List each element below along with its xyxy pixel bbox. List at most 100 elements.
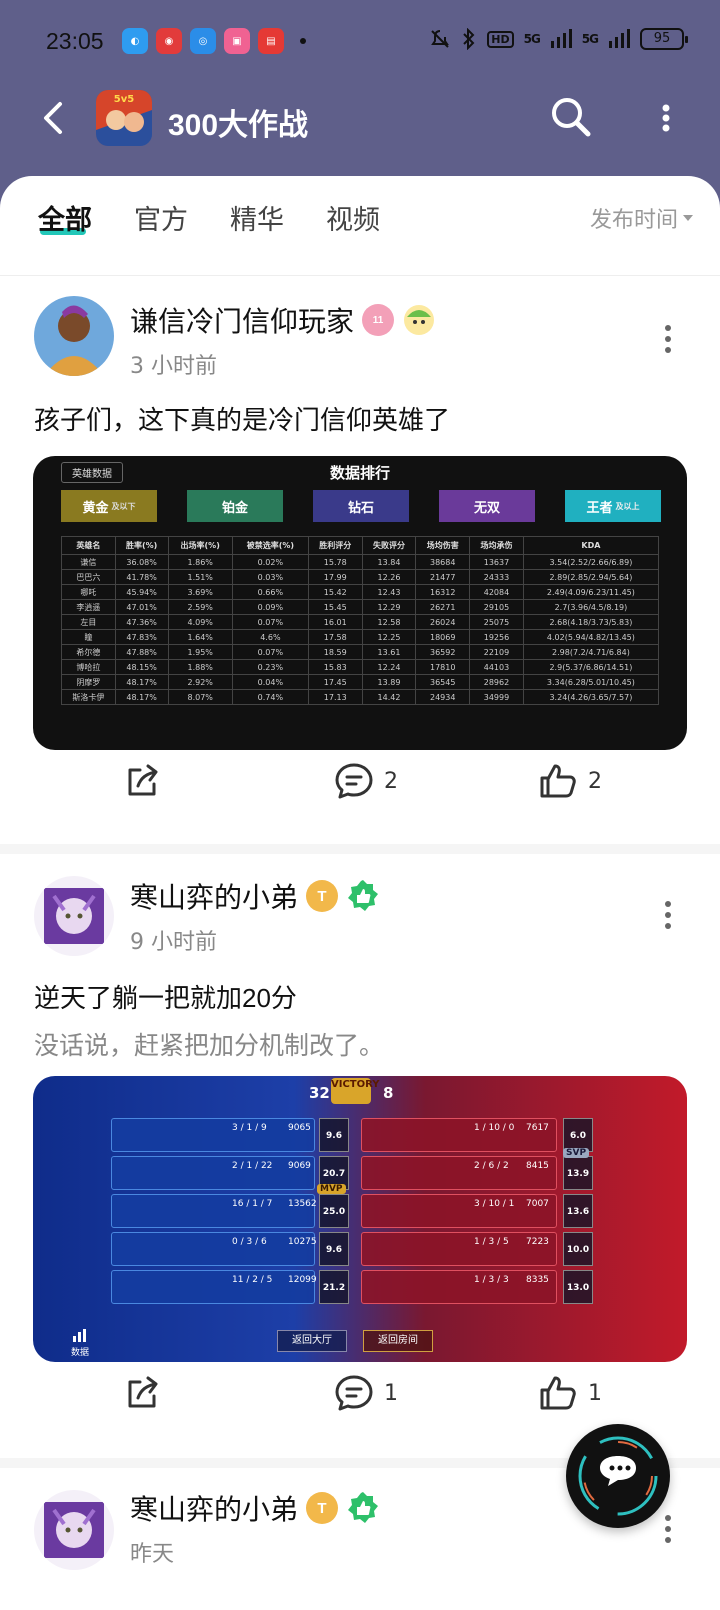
- player-score: 13.9: [563, 1156, 593, 1190]
- table-cell: 3.34(6.28/5.01/10.45): [522, 674, 660, 690]
- share-button[interactable]: [124, 762, 162, 800]
- player-damage: 10275: [288, 1237, 317, 1247]
- chat-bubble-icon: [578, 1436, 658, 1516]
- avatar[interactable]: [34, 296, 114, 376]
- thumbs-up-icon: [540, 1376, 576, 1410]
- table-cell: 2.49(4.09/6.23/11.45): [522, 584, 660, 600]
- column-header: 失败评分: [361, 536, 417, 555]
- table-cell: 13.89: [361, 674, 417, 690]
- table-cell: 12.29: [361, 599, 417, 615]
- like-button[interactable]: 2: [538, 762, 602, 800]
- player-score: 25.0: [319, 1194, 349, 1228]
- table-cell: 17.58: [307, 629, 363, 645]
- table-cell: 29105: [469, 599, 524, 615]
- data-tab: 数据: [71, 1328, 89, 1358]
- table-cell: 12.24: [361, 659, 417, 675]
- post-more-icon[interactable]: [662, 900, 674, 930]
- search-icon[interactable]: [548, 94, 594, 140]
- tab-official[interactable]: 官方: [134, 198, 188, 237]
- post-card[interactable]: 寒山弈的小弟 T 9 小时前 逆天了躺一把就加20分 没话说，赶紧把加分机制改了…: [0, 854, 720, 1458]
- column-header: 场均承伤: [469, 536, 524, 555]
- player-damage: 7007: [526, 1199, 549, 1209]
- table-cell: 3.69%: [167, 584, 233, 600]
- table-cell: 2.68(4.18/3.73/5.83): [522, 614, 660, 630]
- team-right-player-row: 2 / 6 / 2 8415: [361, 1156, 557, 1190]
- table-cell: 2.7(3.96/4.5/8.19): [522, 599, 660, 615]
- tab-featured[interactable]: 精华: [230, 198, 284, 237]
- player-damage: 9069: [288, 1161, 311, 1171]
- t-badge-icon: T: [306, 880, 339, 912]
- post-title[interactable]: 逆天了躺一把就加20分: [34, 978, 297, 1015]
- team-right-player-row: 1 / 10 / 0 7617: [361, 1118, 557, 1152]
- table-cell: 0.23%: [231, 659, 309, 675]
- table-cell: 0.07%: [231, 644, 309, 660]
- table-cell: 15.83: [307, 659, 363, 675]
- like-count: 2: [588, 768, 602, 794]
- table-row: 瞳 47.83% 1.64% 4.6% 17.58 12.25 18069 19256 4.02…: [61, 629, 660, 645]
- comment-button[interactable]: 2: [334, 762, 398, 800]
- table-cell: 左目: [61, 614, 116, 630]
- table-cell: 2.92%: [167, 674, 233, 690]
- table-cell: 15.78: [307, 554, 363, 570]
- tab-video[interactable]: 视频: [326, 198, 380, 237]
- avatar[interactable]: [34, 876, 114, 956]
- system-status: HD 5G 5G 95: [429, 28, 688, 50]
- table-cell: 36592: [415, 644, 471, 660]
- table-cell: 16312: [415, 584, 471, 600]
- t-badge-text: T: [317, 1499, 327, 1517]
- table-cell: 41.78%: [114, 569, 169, 585]
- player-kda: 1 / 3 / 5: [474, 1237, 509, 1247]
- post-more-icon[interactable]: [662, 324, 674, 354]
- t-badge-text: T: [317, 887, 327, 905]
- more-options-icon[interactable]: [652, 100, 680, 136]
- comment-icon: [335, 763, 373, 799]
- page-title: 300大作战: [168, 109, 309, 142]
- table-cell: 希尔德: [61, 644, 116, 660]
- player-score: 9.6: [319, 1118, 349, 1152]
- table-cell: 0.09%: [231, 599, 309, 615]
- player-kda: 2 / 6 / 2: [474, 1161, 509, 1171]
- table-cell: 17.13: [307, 689, 363, 705]
- team-left-player-row: 3 / 1 / 9 9065: [111, 1118, 315, 1152]
- table-cell: 4.6%: [231, 629, 309, 645]
- thumbs-up-badge-icon: [348, 1492, 379, 1523]
- sort-dropdown[interactable]: 发布时间: [590, 202, 694, 234]
- table-cell: 13.61: [361, 644, 417, 660]
- post-author[interactable]: 寒山弈的小弟 T: [130, 876, 380, 916]
- post-image-hero-stats[interactable]: 英雄数据 数据排行 黄金 及以下 铂金 钻石 无双 王者 及以上 英雄名 胜率(%)…: [33, 456, 687, 750]
- post-card[interactable]: 谦信冷门信仰玩家 11 3 小时前 孩子们，这下真的是冷门信仰英雄了 英雄数据 …: [0, 276, 720, 844]
- like-button[interactable]: 1: [538, 1374, 602, 1412]
- table-cell: 34999: [469, 689, 524, 705]
- table-row: 斯洛卡伊 48.17% 8.07% 0.74% 17.13 14.42 24934 34999…: [61, 689, 660, 705]
- post-more-icon[interactable]: [662, 1514, 674, 1544]
- comment-button[interactable]: 1: [334, 1374, 398, 1412]
- player-damage: 13562: [288, 1199, 317, 1209]
- post-image-match-result[interactable]: 32 VICTORY 8 3 / 1 / 9 9065 9.6 1 / 10 / 0 7…: [33, 1076, 687, 1362]
- post-author[interactable]: 寒山弈的小弟 T: [130, 1488, 380, 1528]
- team-right-player-row: 3 / 10 / 1 7007: [361, 1194, 557, 1228]
- table-cell: 16.01: [307, 614, 363, 630]
- table-row: 博哈拉 48.15% 1.88% 0.23% 15.83 12.24 17810 44103 2…: [61, 659, 660, 675]
- post-time: 9 小时前: [130, 930, 217, 955]
- table-cell: 1.86%: [167, 554, 233, 570]
- post-author[interactable]: 谦信冷门信仰玩家 11: [130, 300, 436, 340]
- comment-count: 1: [384, 1380, 398, 1406]
- back-arrow-icon[interactable]: [34, 98, 74, 138]
- mute-icon: [431, 30, 450, 48]
- team-right-player-row: 1 / 3 / 5 7223: [361, 1232, 557, 1266]
- comment-icon: [335, 1375, 373, 1411]
- table-cell: 12.26: [361, 569, 417, 585]
- player-damage: 12099: [288, 1275, 317, 1285]
- chat-fab-button[interactable]: [566, 1424, 670, 1528]
- table-cell: 18.59: [307, 644, 363, 660]
- post-title[interactable]: 孩子们，这下真的是冷门信仰英雄了: [34, 400, 450, 437]
- player-kda: 11 / 2 / 5: [232, 1275, 273, 1285]
- avatar[interactable]: [34, 1490, 114, 1570]
- table-cell: 36.08%: [114, 554, 169, 570]
- signal-icon-1: 5G: [523, 32, 541, 46]
- victory-banner: VICTORY: [331, 1078, 380, 1104]
- tab-all[interactable]: 全部: [38, 198, 92, 237]
- column-header: 胜率(%): [114, 536, 169, 555]
- author-name: 寒山弈的小弟: [130, 1494, 299, 1525]
- share-button[interactable]: [124, 1374, 162, 1412]
